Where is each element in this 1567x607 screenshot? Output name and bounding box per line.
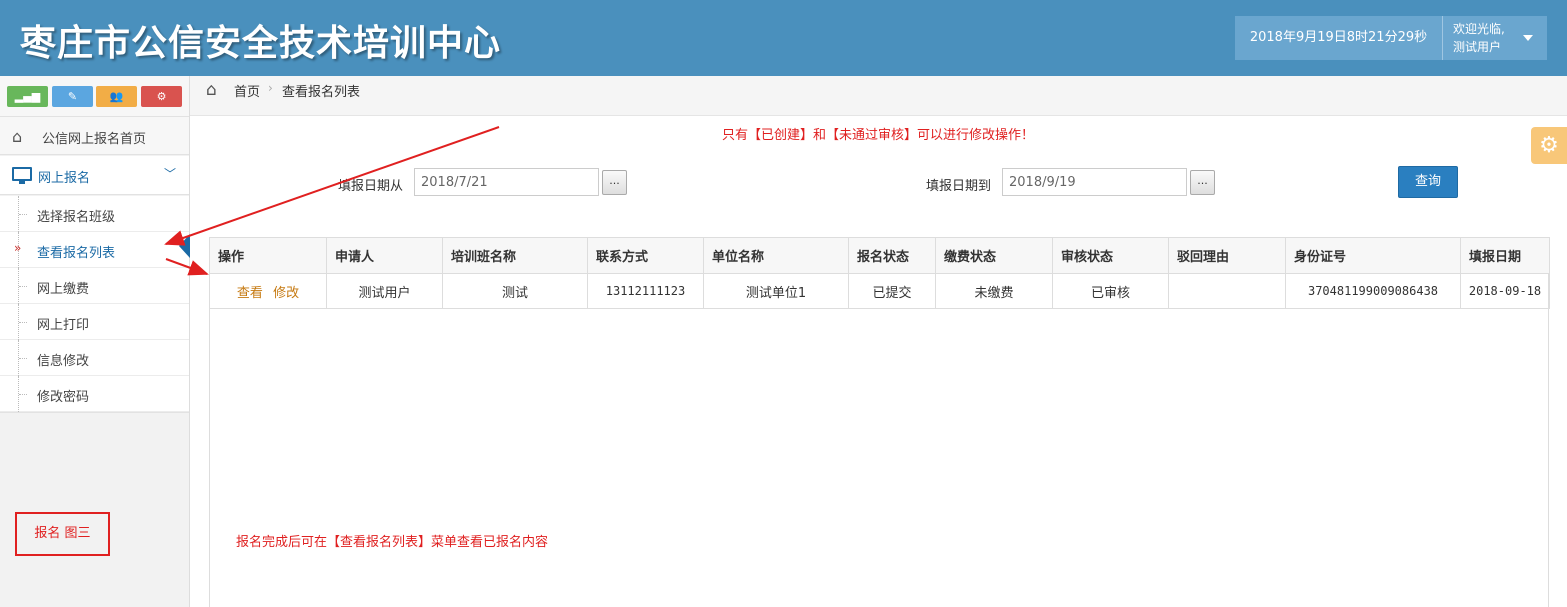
submenu: 选择报名班级 » 查看报名列表 网上缴费 网上打印 信息修改 修改密码 bbox=[0, 196, 189, 413]
sidebar-item-label: 查看报名列表 bbox=[37, 246, 116, 261]
sidebar-item-change-password[interactable]: 修改密码 bbox=[0, 376, 189, 412]
tree-branch bbox=[19, 322, 27, 323]
sidebar-item-online-payment[interactable]: 网上缴费 bbox=[0, 268, 189, 304]
user-menu[interactable]: 2018年9月19日8时21分29秒 欢迎光临, 测试用户 bbox=[1235, 16, 1547, 60]
sidebar-item-label: 网上打印 bbox=[37, 318, 90, 333]
breadcrumb-separator: › bbox=[268, 81, 273, 95]
caret-down-icon[interactable] bbox=[1523, 35, 1533, 41]
date-cell: 2018-09-18 bbox=[1460, 273, 1550, 309]
sidebar-item-edit-info[interactable]: 信息修改 bbox=[0, 340, 189, 376]
id-number-cell: 370481199009086438 bbox=[1285, 273, 1461, 309]
shortcut-bar: ▂▄▆ ✎ 👥 ⚙ bbox=[0, 76, 189, 117]
column-header: 联系方式 bbox=[587, 237, 704, 274]
nav-home-label: 公信网上报名首页 bbox=[42, 132, 147, 147]
signup-table: 操作 申请人 培训班名称 联系方式 单位名称 报名状态 缴费状态 审核状态 驳回… bbox=[209, 237, 1550, 607]
username: 测试用户 bbox=[1453, 40, 1502, 54]
top-header: 枣庄市公信安全技术培训中心 2018年9月19日8时21分29秒 欢迎光临, 测… bbox=[0, 0, 1567, 76]
table-row: 查看 修改 测试用户 测试 13112111123 测试单位1 已提交 未缴费 … bbox=[209, 273, 1550, 309]
sidebar-item-label: 选择报名班级 bbox=[37, 210, 116, 225]
column-header: 申请人 bbox=[326, 237, 443, 274]
site-title: 枣庄市公信安全技术培训中心 bbox=[20, 23, 502, 64]
breadcrumb-home[interactable]: 首页 bbox=[234, 81, 260, 100]
tree-branch bbox=[19, 286, 27, 287]
annotation-note-box: 报名 图三 bbox=[15, 512, 110, 556]
signup-table-grid: 操作 申请人 培训班名称 联系方式 单位名称 报名状态 缴费状态 审核状态 驳回… bbox=[209, 237, 1550, 309]
welcome-greeting: 欢迎光临, bbox=[1453, 22, 1505, 36]
current-datetime: 2018年9月19日8时21分29秒 bbox=[1249, 30, 1428, 45]
payment-status-cell: 未缴费 bbox=[935, 273, 1053, 309]
column-header: 报名状态 bbox=[848, 237, 936, 274]
signal-icon[interactable]: ▂▄▆ bbox=[7, 86, 48, 107]
column-header: 培训班名称 bbox=[442, 237, 588, 274]
sidebar-collapse-arrow-icon[interactable] bbox=[179, 234, 190, 258]
unit-cell: 测试单位1 bbox=[703, 273, 849, 309]
sidebar: ▂▄▆ ✎ 👥 ⚙ ⌂ 公信网上报名首页 网上报名 ﹀ 选择报名班级 » 查看报… bbox=[0, 76, 190, 607]
instruction-note: 报名完成后可在【查看报名列表】菜单查看已报名内容 bbox=[236, 535, 549, 550]
active-marker-icon: » bbox=[14, 241, 22, 255]
contact-cell: 13112111123 bbox=[587, 273, 704, 309]
date-from-input[interactable] bbox=[414, 168, 599, 196]
home-icon: ⌂ bbox=[12, 127, 23, 146]
column-header: 缴费状态 bbox=[935, 237, 1053, 274]
tree-branch bbox=[19, 214, 27, 215]
sidebar-item-view-list[interactable]: » 查看报名列表 bbox=[0, 232, 189, 268]
user-box-divider bbox=[1442, 16, 1443, 60]
column-header: 操作 bbox=[209, 237, 327, 274]
actions-cell: 查看 修改 bbox=[209, 273, 327, 309]
nav-home[interactable]: ⌂ 公信网上报名首页 bbox=[0, 117, 189, 155]
date-from-picker-button[interactable]: ... bbox=[602, 170, 627, 195]
users-icon[interactable]: 👥 bbox=[96, 86, 137, 107]
edit-link[interactable]: 修改 bbox=[273, 286, 299, 301]
tree-branch bbox=[19, 358, 27, 359]
pencil-icon[interactable]: ✎ bbox=[52, 86, 93, 107]
date-to-input[interactable] bbox=[1002, 168, 1187, 196]
sidebar-item-label: 修改密码 bbox=[37, 390, 90, 405]
column-header: 填报日期 bbox=[1460, 237, 1550, 274]
query-button[interactable]: 查询 bbox=[1398, 166, 1458, 198]
cogs-icon[interactable]: ⚙ bbox=[141, 86, 182, 107]
tree-branch bbox=[19, 394, 27, 395]
view-link[interactable]: 查看 bbox=[237, 286, 263, 301]
chevron-down-icon: ﹀ bbox=[164, 167, 177, 181]
table-header-row: 操作 申请人 培训班名称 联系方式 单位名称 报名状态 缴费状态 审核状态 驳回… bbox=[209, 237, 1550, 274]
date-to-picker-button[interactable]: ... bbox=[1190, 170, 1215, 195]
column-header: 驳回理由 bbox=[1168, 237, 1286, 274]
sidebar-item-select-class[interactable]: 选择报名班级 bbox=[0, 196, 189, 232]
home-icon[interactable]: ⌂ bbox=[206, 80, 217, 100]
date-to-label: 填报日期到 bbox=[926, 179, 992, 194]
sidebar-item-online-print[interactable]: 网上打印 bbox=[0, 304, 189, 340]
column-header: 审核状态 bbox=[1052, 237, 1169, 274]
breadcrumb-current: 查看报名列表 bbox=[282, 85, 361, 100]
edit-notice: 只有【已创建】和【未通过审核】可以进行修改操作！ bbox=[722, 128, 1035, 143]
class-name-cell: 测试 bbox=[442, 273, 588, 309]
sidebar-item-label: 网上缴费 bbox=[37, 282, 90, 297]
breadcrumb: ⌂ 首页 › 查看报名列表 bbox=[190, 76, 1567, 116]
applicant-cell: 测试用户 bbox=[326, 273, 443, 309]
gear-icon[interactable]: ⚙ bbox=[1531, 127, 1567, 164]
reject-reason-cell bbox=[1168, 273, 1286, 309]
welcome-text: 欢迎光临, 测试用户 bbox=[1453, 20, 1505, 56]
sidebar-item-label: 信息修改 bbox=[37, 354, 90, 369]
nav-group-online-signup[interactable]: 网上报名 ﹀ bbox=[0, 156, 189, 195]
signup-status-cell: 已提交 bbox=[848, 273, 936, 309]
column-header: 身份证号 bbox=[1285, 237, 1461, 274]
date-from-label: 填报日期从 bbox=[338, 179, 404, 194]
column-header: 单位名称 bbox=[703, 237, 849, 274]
monitor-icon bbox=[12, 167, 32, 184]
nav-group-label: 网上报名 bbox=[38, 171, 91, 186]
review-status-cell: 已审核 bbox=[1052, 273, 1169, 309]
